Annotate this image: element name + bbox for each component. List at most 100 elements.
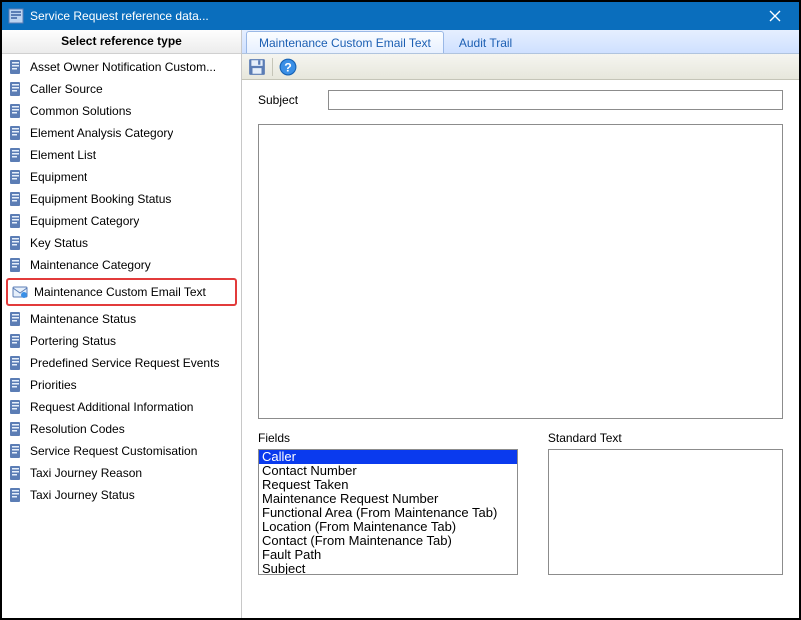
sidebar-item-label: Key Status: [30, 236, 88, 250]
fields-option[interactable]: Subject: [259, 562, 517, 574]
sidebar-item-label: Equipment Category: [30, 214, 139, 228]
email-icon: [12, 284, 28, 300]
fields-label: Fields: [258, 431, 518, 445]
sidebar-item[interactable]: Taxi Journey Reason: [2, 462, 241, 484]
fields-option[interactable]: Request Taken: [259, 478, 517, 492]
book-icon: [8, 333, 24, 349]
sidebar-item-label: Service Request Customisation: [30, 444, 197, 458]
fields-option[interactable]: Contact Number: [259, 464, 517, 478]
form-area: Subject Fields CallerContact NumberReque…: [242, 80, 799, 618]
sidebar-item[interactable]: Request Additional Information: [2, 396, 241, 418]
book-icon: [8, 147, 24, 163]
subject-label: Subject: [258, 93, 328, 107]
sidebar-item-label: Maintenance Status: [30, 312, 136, 326]
sidebar-item[interactable]: Portering Status: [2, 330, 241, 352]
book-icon: [8, 191, 24, 207]
sidebar-item[interactable]: Element Analysis Category: [2, 122, 241, 144]
sidebar-item[interactable]: Equipment Booking Status: [2, 188, 241, 210]
save-button[interactable]: [248, 58, 266, 76]
sidebar-item[interactable]: Asset Owner Notification Custom...: [2, 56, 241, 78]
bottom-panels: Fields CallerContact NumberRequest Taken…: [258, 431, 783, 575]
fields-option[interactable]: Maintenance Request Number: [259, 492, 517, 506]
fields-option[interactable]: Fault Path: [259, 548, 517, 562]
book-icon: [8, 487, 24, 503]
sidebar-item[interactable]: Common Solutions: [2, 100, 241, 122]
fields-option[interactable]: Contact (From Maintenance Tab): [259, 534, 517, 548]
sidebar-item-label: Caller Source: [30, 82, 103, 96]
sidebar-item-label: Element Analysis Category: [30, 126, 173, 140]
book-icon: [8, 257, 24, 273]
sidebar-item-label: Element List: [30, 148, 96, 162]
sidebar-item[interactable]: Maintenance Category: [2, 254, 241, 276]
save-icon: [248, 58, 266, 76]
sidebar-item[interactable]: Equipment Category: [2, 210, 241, 232]
email-body-textarea[interactable]: [258, 124, 783, 419]
book-icon: [8, 465, 24, 481]
book-icon: [8, 399, 24, 415]
sidebar-item-label: Taxi Journey Status: [30, 488, 135, 502]
standard-text-label: Standard Text: [548, 431, 783, 445]
subject-row: Subject: [258, 90, 783, 110]
book-icon: [8, 81, 24, 97]
sidebar-item[interactable]: Element List: [2, 144, 241, 166]
book-icon: [8, 235, 24, 251]
sidebar-item-label: Predefined Service Request Events: [30, 356, 219, 370]
help-button[interactable]: ?: [279, 58, 297, 76]
toolbar-separator: [272, 58, 273, 76]
tab[interactable]: Audit Trail: [446, 31, 525, 53]
sidebar-item[interactable]: Taxi Journey Status: [2, 484, 241, 506]
book-icon: [8, 355, 24, 371]
sidebar-item[interactable]: Service Request Customisation: [2, 440, 241, 462]
window-title: Service Request reference data...: [30, 9, 755, 23]
content-area: Maintenance Custom Email TextAudit Trail…: [242, 30, 799, 618]
help-icon: ?: [279, 58, 297, 76]
book-icon: [8, 125, 24, 141]
window-frame: Service Request reference data... Select…: [0, 0, 801, 620]
book-icon: [8, 103, 24, 119]
book-icon: [8, 421, 24, 437]
sidebar-item-label: Asset Owner Notification Custom...: [30, 60, 216, 74]
close-button[interactable]: [755, 2, 795, 30]
book-icon: [8, 169, 24, 185]
book-icon: [8, 311, 24, 327]
book-icon: [8, 443, 24, 459]
sidebar-item-label: Common Solutions: [30, 104, 131, 118]
sidebar-list: Asset Owner Notification Custom... Caller…: [2, 54, 241, 618]
titlebar: Service Request reference data...: [2, 2, 799, 30]
sidebar-item[interactable]: Key Status: [2, 232, 241, 254]
sidebar-item-label: Equipment Booking Status: [30, 192, 171, 206]
toolbar: ?: [242, 54, 799, 80]
sidebar-item-label: Priorities: [30, 378, 77, 392]
sidebar-header: Select reference type: [2, 30, 241, 54]
fields-option[interactable]: Location (From Maintenance Tab): [259, 520, 517, 534]
sidebar-item-label: Maintenance Custom Email Text: [34, 285, 206, 299]
sidebar-item[interactable]: Caller Source: [2, 78, 241, 100]
sidebar-item[interactable]: Predefined Service Request Events: [2, 352, 241, 374]
sidebar-item[interactable]: Maintenance Custom Email Text: [6, 278, 237, 306]
fields-option[interactable]: Caller: [259, 450, 517, 464]
sidebar-item[interactable]: Equipment: [2, 166, 241, 188]
tab[interactable]: Maintenance Custom Email Text: [246, 31, 444, 53]
standard-text-panel: Standard Text: [548, 431, 783, 575]
book-icon: [8, 59, 24, 75]
sidebar-item[interactable]: Resolution Codes: [2, 418, 241, 440]
fields-option[interactable]: Functional Area (From Maintenance Tab): [259, 506, 517, 520]
fields-panel: Fields CallerContact NumberRequest Taken…: [258, 431, 518, 575]
fields-listbox[interactable]: CallerContact NumberRequest TakenMainten…: [259, 450, 517, 574]
sidebar-item[interactable]: Priorities: [2, 374, 241, 396]
subject-input[interactable]: [328, 90, 783, 110]
sidebar-item-label: Request Additional Information: [30, 400, 193, 414]
sidebar: Select reference type Asset Owner Notifi…: [2, 30, 242, 618]
sidebar-item-label: Maintenance Category: [30, 258, 151, 272]
sidebar-item[interactable]: Maintenance Status: [2, 308, 241, 330]
svg-text:?: ?: [284, 60, 292, 74]
book-icon: [8, 377, 24, 393]
standard-text-textarea[interactable]: [549, 450, 782, 574]
sidebar-item-label: Equipment: [30, 170, 87, 184]
sidebar-item-label: Resolution Codes: [30, 422, 125, 436]
tab-bar: Maintenance Custom Email TextAudit Trail: [242, 30, 799, 54]
book-icon: [8, 213, 24, 229]
sidebar-item-label: Portering Status: [30, 334, 116, 348]
standard-text-wrap: [548, 449, 783, 575]
sidebar-item-label: Taxi Journey Reason: [30, 466, 142, 480]
